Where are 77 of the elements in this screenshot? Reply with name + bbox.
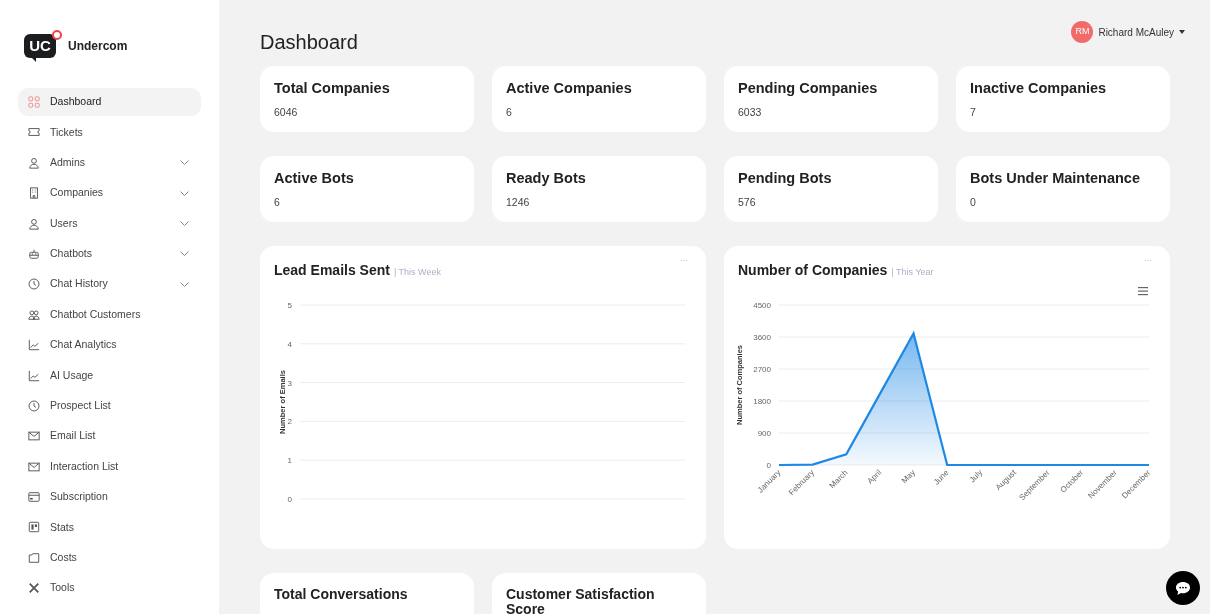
envelope-icon: [28, 460, 40, 473]
axis-tick-label: 5: [287, 301, 292, 310]
chart-title: Number of Companies: [738, 261, 888, 280]
chart-period: | This Year: [891, 266, 934, 279]
stat-value: 7: [970, 104, 977, 120]
axis-tick-label: 0: [766, 461, 771, 470]
sidebar-item[interactable]: Chat Analytics: [18, 331, 201, 360]
chart-period: | This Week: [393, 266, 441, 279]
person-icon: [28, 217, 40, 230]
axis-tick-label: 4: [287, 339, 292, 349]
sidebar-item[interactable]: Prospect List: [18, 391, 201, 420]
sidebar-item[interactable]: Companies: [18, 179, 201, 208]
axis-tick-label: May: [899, 468, 917, 486]
stat-title: Pending Bots: [738, 169, 833, 188]
axis-tick-label: 4500: [753, 301, 771, 310]
stat-title: Active Companies: [506, 79, 633, 98]
axis-tick-label: July: [967, 468, 985, 485]
menu-icon[interactable]: [1138, 287, 1148, 296]
line-chart-icon: [28, 339, 40, 352]
robot-icon: [28, 247, 40, 260]
chat-button[interactable]: [1166, 571, 1200, 605]
sidebar-item[interactable]: Interaction List: [18, 452, 201, 481]
ticket-icon: [28, 126, 40, 139]
sidebar-item[interactable]: Tools: [18, 574, 201, 603]
chart-title: Lead Emails Sent: [274, 261, 390, 280]
user-menu[interactable]: RM Richard McAuley: [1071, 21, 1185, 43]
card-icon: [28, 491, 40, 504]
person-icon: [28, 156, 40, 169]
stat-value: 6: [274, 194, 281, 210]
clock-icon: [28, 399, 40, 412]
sidebar-item[interactable]: Costs: [18, 543, 201, 572]
sidebar-item[interactable]: Dashboard: [18, 88, 201, 116]
stat-title: Customer Satisfaction Score: [506, 587, 656, 614]
stat-title: Total Conversations: [274, 587, 409, 602]
caret-icon: [1179, 30, 1185, 34]
stat-title: Bots Under Maintenance: [970, 169, 1141, 188]
sidebar-item[interactable]: Users: [18, 209, 201, 238]
sidebar-item[interactable]: Tickets: [18, 118, 201, 147]
stat-title: Active Bots: [274, 169, 355, 188]
sidebar-item[interactable]: Stats: [18, 513, 201, 542]
stat-value: 0: [970, 194, 977, 210]
stat-title: Total Companies: [274, 79, 391, 98]
axis-tick-label: 900: [757, 429, 771, 438]
sidebar-item[interactable]: Email List: [18, 422, 201, 451]
tools-icon: [28, 582, 40, 595]
stat-value: 1246: [506, 194, 531, 210]
sidebar-item[interactable]: Subscription: [18, 483, 201, 512]
axis-tick-label: 3600: [753, 333, 771, 342]
chat-bubble-icon: [1176, 581, 1190, 595]
stat-value: 576: [738, 194, 757, 210]
stats-icon: [28, 521, 40, 534]
sidebar-item[interactable]: AI Usage: [18, 361, 201, 390]
axis-tick-label: 1: [287, 456, 292, 466]
sidebar-item[interactable]: Chatbots: [18, 239, 201, 268]
axis-tick-label: 2: [287, 417, 292, 427]
logo-text: Undercom: [68, 38, 128, 55]
grid-icon: [28, 96, 40, 108]
stat-value: 6046: [274, 104, 299, 120]
sidebar-item[interactable]: Chat History: [18, 270, 201, 299]
building-icon: [28, 187, 40, 200]
stat-value: 6033: [738, 104, 763, 120]
stat-title: Inactive Companies: [970, 79, 1108, 98]
page-title: Dashboard: [260, 30, 358, 55]
people-icon: [28, 308, 40, 321]
stat-title: Ready Bots: [506, 169, 587, 188]
clock-icon: [28, 278, 40, 291]
line-chart-icon: [28, 369, 40, 382]
axis-tick-label: 1800: [753, 397, 771, 406]
axis-tick-label: 2700: [753, 365, 771, 374]
axis-tick-label: 0: [287, 495, 292, 504]
sidebar-item[interactable]: Chatbot Customers: [18, 300, 201, 329]
folder-icon: [28, 551, 40, 564]
axis-tick-label: 3: [287, 378, 292, 388]
envelope-icon: [28, 430, 40, 443]
stat-title: Pending Companies: [738, 79, 879, 98]
sidebar-item[interactable]: Admins: [18, 148, 201, 177]
stat-value: 6: [506, 104, 513, 120]
